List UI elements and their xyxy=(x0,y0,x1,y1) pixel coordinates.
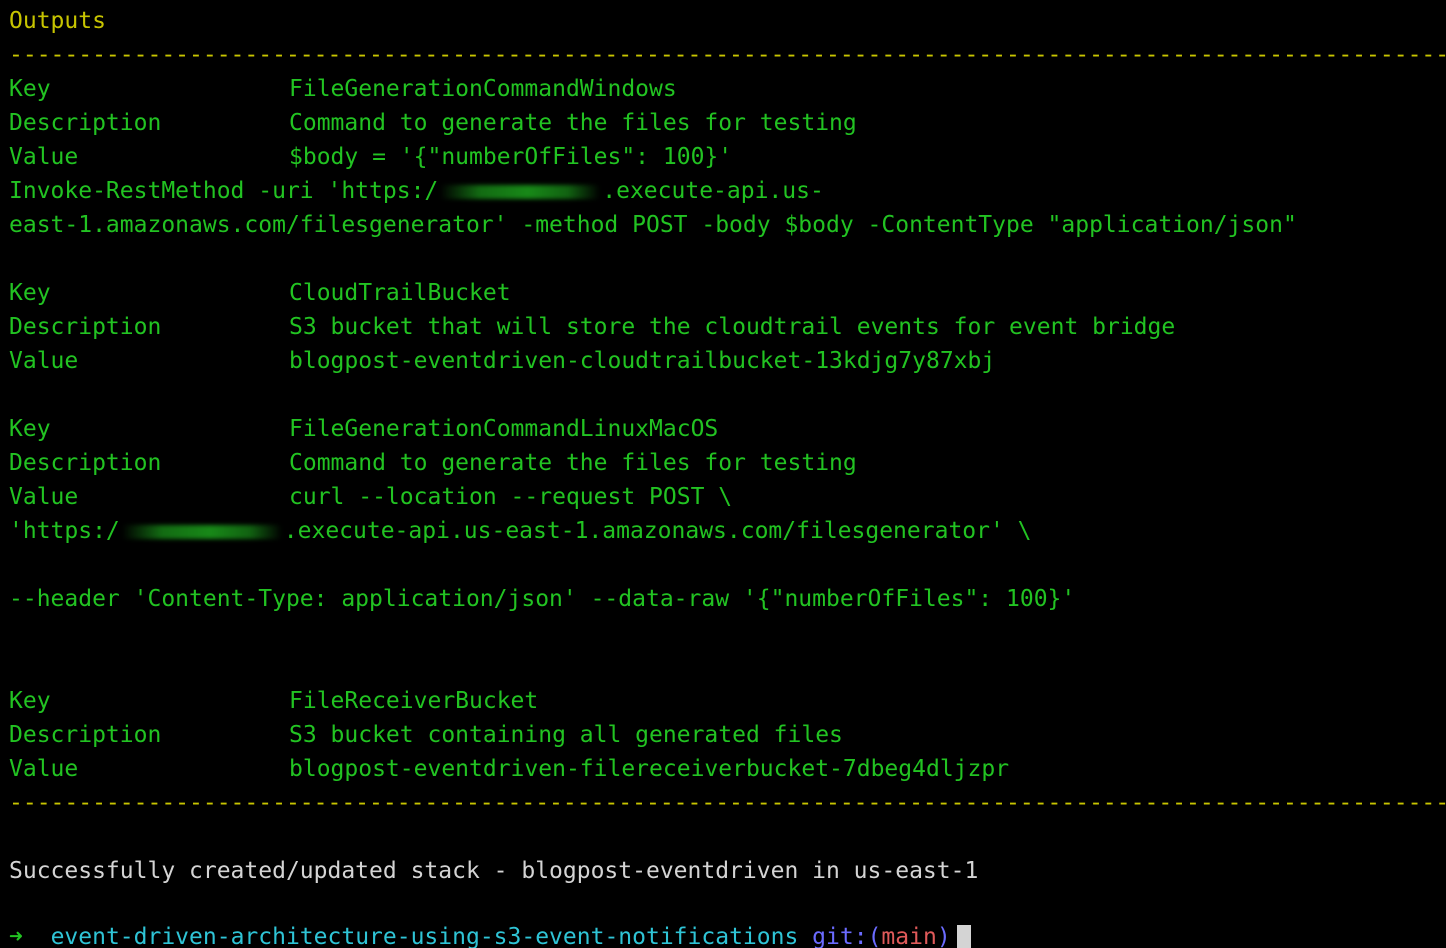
key-label: Key xyxy=(9,416,51,442)
output-row-description: Description Command to generate the files… xyxy=(9,106,857,140)
value-continuation-line: east-1.amazonaws.com/filesgenerator' -me… xyxy=(9,212,1297,238)
output-row-description: Description S3 bucket containing all gene… xyxy=(9,718,843,752)
key-label: Key xyxy=(9,280,51,306)
prompt-git-branch: main xyxy=(881,924,937,948)
key-value: CloudTrailBucket xyxy=(289,280,511,306)
output-row-value: Value $body = '{"numberOfFiles": 100}' xyxy=(9,140,732,174)
output-row-description: Description S3 bucket that will store the… xyxy=(9,310,1175,344)
value-label: Value xyxy=(9,144,79,170)
value-text: $body = '{"numberOfFiles": 100}' xyxy=(289,144,733,170)
value-continuation-line: --header 'Content-Type: application/json… xyxy=(9,586,1076,612)
continuation-text: .execute-api.us- xyxy=(602,178,824,204)
description-label: Description xyxy=(9,722,162,748)
continuation-text: Invoke-RestMethod -uri 'https:/ xyxy=(9,178,439,204)
value-label: Value xyxy=(9,348,79,374)
description-value: Command to generate the files for testin… xyxy=(289,450,857,476)
value-text: blogpost-eventdriven-filereceiverbucket-… xyxy=(289,756,1010,782)
continuation-text: .execute-api.us-east-1.amazonaws.com/fil… xyxy=(283,518,1032,544)
output-row-value: Value blogpost-eventdriven-cloudtrailbuck… xyxy=(9,344,995,378)
description-label: Description xyxy=(9,314,162,340)
value-text: blogpost-eventdriven-cloudtrailbucket-13… xyxy=(289,348,996,374)
prompt-directory: event-driven-architecture-using-s3-event… xyxy=(50,924,799,948)
output-row-value: Value curl --location --request POST \ xyxy=(9,480,732,514)
output-row-key: Key FileReceiverBucket xyxy=(9,684,538,718)
shell-prompt[interactable]: ➜ event-driven-architecture-using-s3-eve… xyxy=(9,920,971,948)
description-value: S3 bucket that will store the cloudtrail… xyxy=(289,314,1176,340)
terminal-cursor[interactable] xyxy=(956,924,971,948)
redacted-api-id xyxy=(121,524,282,539)
prompt-open-paren: ( xyxy=(867,924,882,948)
value-continuation-line: 'https:/ .execute-api.us-east-1.amazonaws… xyxy=(9,514,1032,548)
outputs-title: Outputs xyxy=(9,8,106,34)
value-text: curl --location --request POST \ xyxy=(289,484,733,510)
key-label: Key xyxy=(9,688,51,714)
divider-bottom: ----------------------------------------… xyxy=(9,790,1446,816)
output-row-key: Key CloudTrailBucket xyxy=(9,276,511,310)
terminal-window[interactable]: Outputs --------------------------------… xyxy=(0,0,1446,948)
prompt-close-paren: ) xyxy=(936,924,951,948)
continuation-text: 'https:/ xyxy=(9,518,120,544)
divider-top: ----------------------------------------… xyxy=(9,42,1446,68)
value-label: Value xyxy=(9,484,79,510)
key-value: FileGenerationCommandWindows xyxy=(289,76,677,102)
key-label: Key xyxy=(9,76,51,102)
output-row-key: Key FileGenerationCommandLinuxMacOS xyxy=(9,412,718,446)
prompt-arrow-icon: ➜ xyxy=(9,924,23,948)
description-label: Description xyxy=(9,110,162,136)
description-label: Description xyxy=(9,450,162,476)
value-continuation-line: Invoke-RestMethod -uri 'https:/ .execute-… xyxy=(9,174,824,208)
redacted-api-id xyxy=(440,184,601,199)
status-message: Successfully created/updated stack - blo… xyxy=(9,858,979,884)
key-value: FileGenerationCommandLinuxMacOS xyxy=(289,416,719,442)
prompt-git-label: git: xyxy=(812,924,868,948)
output-row-description: Description Command to generate the files… xyxy=(9,446,857,480)
value-label: Value xyxy=(9,756,79,782)
output-row-value: Value blogpost-eventdriven-filereceiverbu… xyxy=(9,752,1009,786)
key-value: FileReceiverBucket xyxy=(289,688,539,714)
description-value: Command to generate the files for testin… xyxy=(289,110,857,136)
description-value: S3 bucket containing all generated files xyxy=(289,722,843,748)
output-row-key: Key FileGenerationCommandWindows xyxy=(9,72,677,106)
